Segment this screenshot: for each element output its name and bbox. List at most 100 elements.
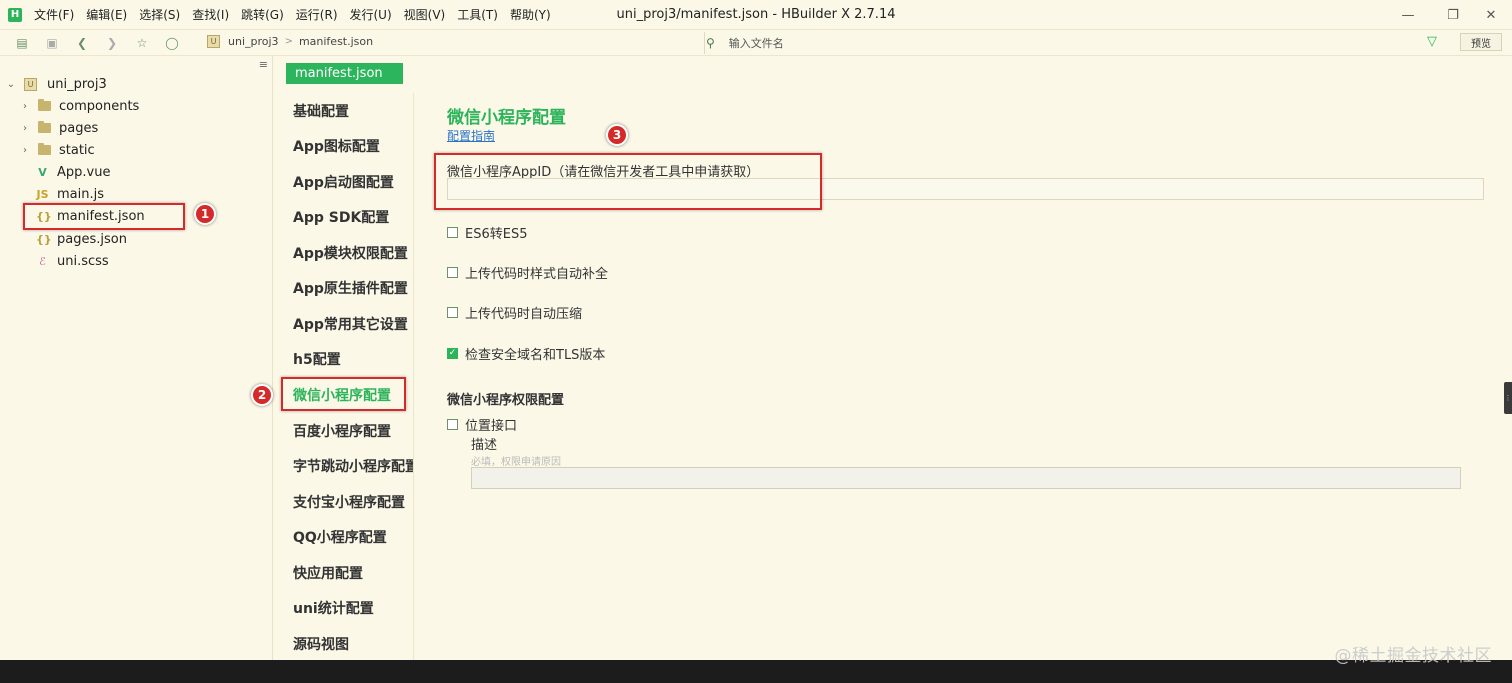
status-bar bbox=[0, 660, 1512, 683]
favorite-star-icon[interactable]: ☆ bbox=[134, 35, 150, 51]
menu-goto[interactable]: 跳转(G) bbox=[241, 6, 284, 23]
menu-tools[interactable]: 工具(T) bbox=[457, 6, 498, 23]
project-tree: ≡ ⌄ U uni_proj3 › components › pages › s… bbox=[0, 56, 273, 660]
breadcrumb-file[interactable]: manifest.json bbox=[299, 35, 373, 48]
annotation-badge-3: 3 bbox=[606, 124, 628, 146]
permissions-title: 微信小程序权限配置 bbox=[447, 393, 565, 408]
config-guide-link[interactable]: 配置指南 bbox=[447, 127, 495, 144]
checkbox-label: 位置接口 bbox=[465, 419, 518, 434]
nav-quickapp-config[interactable]: 快应用配置 bbox=[293, 562, 363, 584]
description-hint: 必填，权限申请原因 bbox=[471, 457, 561, 468]
tree-file-app-vue[interactable]: V App.vue bbox=[36, 161, 110, 183]
chevron-down-icon[interactable]: ⌄ bbox=[6, 79, 16, 90]
checkbox-unchecked-icon[interactable] bbox=[447, 419, 458, 430]
checkbox-postcss[interactable]: 上传代码时样式自动补全 bbox=[447, 263, 608, 282]
menu-help[interactable]: 帮助(Y) bbox=[510, 6, 551, 23]
chevron-right-icon[interactable]: › bbox=[20, 145, 30, 156]
nav-uni-stat-config[interactable]: uni统计配置 bbox=[293, 597, 374, 619]
checkbox-location[interactable]: 位置接口 bbox=[447, 415, 517, 434]
checkbox-label: ES6转ES5 bbox=[465, 227, 528, 242]
hbuilder-logo-icon: H bbox=[8, 7, 22, 22]
menu-run[interactable]: 运行(R) bbox=[296, 6, 338, 23]
minimize-icon[interactable]: — bbox=[1385, 0, 1431, 30]
checkbox-unchecked-icon[interactable] bbox=[447, 307, 458, 318]
breadcrumb: U uni_proj3 > manifest.json bbox=[207, 35, 373, 48]
tree-folder-label: static bbox=[59, 142, 95, 158]
breadcrumb-project[interactable]: uni_proj3 bbox=[228, 35, 279, 48]
checkbox-unchecked-icon[interactable] bbox=[447, 267, 458, 278]
checkbox-es6-to-es5[interactable]: ES6转ES5 bbox=[447, 223, 527, 242]
tree-file-label: uni.scss bbox=[57, 253, 109, 269]
nav-app-other-settings[interactable]: App常用其它设置 bbox=[293, 313, 408, 335]
watermark: @稀土掘金技术社区 bbox=[1334, 646, 1492, 666]
tree-menu-icon[interactable]: ≡ bbox=[259, 58, 268, 71]
nav-app-splash-config[interactable]: App启动图配置 bbox=[293, 171, 394, 193]
back-icon[interactable]: ❮ bbox=[74, 35, 90, 51]
section-title: 微信小程序配置 bbox=[447, 108, 566, 128]
close-icon[interactable]: ✕ bbox=[1468, 0, 1512, 30]
menu-publish[interactable]: 发行(U) bbox=[350, 6, 392, 23]
description-input[interactable] bbox=[471, 467, 1461, 489]
chevron-right-icon[interactable]: › bbox=[20, 123, 30, 134]
tree-file-uni-scss[interactable]: ℰ uni.scss bbox=[36, 250, 109, 272]
tree-folder-pages[interactable]: › pages bbox=[20, 117, 98, 139]
annotation-badge-1: 1 bbox=[194, 203, 216, 225]
tree-file-label: App.vue bbox=[57, 164, 111, 180]
vue-file-icon: V bbox=[38, 165, 47, 179]
tree-file-label: pages.json bbox=[57, 231, 127, 247]
checkbox-label: 上传代码时样式自动补全 bbox=[465, 267, 609, 282]
nav-qq-mp-config[interactable]: QQ小程序配置 bbox=[293, 526, 387, 548]
tree-folder-components[interactable]: › components bbox=[20, 95, 139, 117]
folder-icon bbox=[38, 143, 51, 155]
nav-baidu-mp-config[interactable]: 百度小程序配置 bbox=[293, 420, 391, 442]
run-icon[interactable]: ◯ bbox=[164, 35, 180, 51]
checkbox-unchecked-icon[interactable] bbox=[447, 227, 458, 238]
file-search-input[interactable] bbox=[728, 36, 1389, 50]
annotation-box-3 bbox=[434, 153, 822, 210]
menu-select[interactable]: 选择(S) bbox=[139, 6, 180, 23]
file-search-icon: ⚲ bbox=[706, 36, 715, 50]
tree-folder-static[interactable]: › static bbox=[20, 139, 95, 161]
nav-alipay-mp-config[interactable]: 支付宝小程序配置 bbox=[293, 491, 405, 513]
nav-app-native-plugin-config[interactable]: App原生插件配置 bbox=[293, 277, 408, 299]
forward-icon[interactable]: ❯ bbox=[104, 35, 120, 51]
tree-project-label: uni_proj3 bbox=[47, 76, 107, 92]
tree-file-pages-json[interactable]: {} pages.json bbox=[36, 228, 127, 250]
nav-source-view[interactable]: 源码视图 bbox=[293, 633, 349, 655]
tree-project[interactable]: ⌄ U uni_proj3 bbox=[6, 73, 107, 95]
nav-basic-config[interactable]: 基础配置 bbox=[293, 100, 349, 122]
panel-resize-handle[interactable]: ⋮ bbox=[1504, 382, 1512, 414]
json-file-icon: {} bbox=[36, 232, 52, 246]
tree-file-main-js[interactable]: JS main.js bbox=[36, 183, 104, 205]
filter-icon[interactable]: ▽ bbox=[1427, 34, 1437, 49]
menu-find[interactable]: 查找(I) bbox=[192, 6, 229, 23]
menu-view[interactable]: 视图(V) bbox=[404, 6, 446, 23]
editor-tab-manifest[interactable]: manifest.json bbox=[286, 63, 403, 84]
new-file-icon[interactable]: ▤ bbox=[14, 35, 30, 51]
menu-edit[interactable]: 编辑(E) bbox=[86, 6, 127, 23]
tree-file-label: main.js bbox=[57, 186, 104, 202]
scss-file-icon: ℰ bbox=[39, 254, 46, 268]
title-bar: H 文件(F) 编辑(E) 选择(S) 查找(I) 跳转(G) 运行(R) 发行… bbox=[0, 0, 1512, 30]
folder-icon bbox=[38, 99, 51, 111]
checkbox-url-check[interactable]: ✓ 检查安全域名和TLS版本 bbox=[447, 344, 605, 363]
js-file-icon: JS bbox=[36, 187, 49, 201]
checkbox-label: 检查安全域名和TLS版本 bbox=[465, 348, 606, 363]
checkbox-minify[interactable]: 上传代码时自动压缩 bbox=[447, 303, 582, 322]
nav-app-module-config[interactable]: App模块权限配置 bbox=[293, 242, 408, 264]
nav-toutiao-mp-config[interactable]: 字节跳动小程序配置 bbox=[293, 455, 413, 477]
toolbar: ▤ ▣ ❮ ❯ ☆ ◯ U uni_proj3 > manifest.json … bbox=[0, 30, 1512, 56]
nav-h5-config[interactable]: h5配置 bbox=[293, 348, 341, 370]
annotation-badge-2: 2 bbox=[251, 384, 273, 406]
project-icon: U bbox=[24, 77, 37, 91]
nav-app-sdk-config[interactable]: App SDK配置 bbox=[293, 206, 389, 228]
save-icon[interactable]: ▣ bbox=[44, 35, 60, 51]
file-search: ⚲ bbox=[706, 33, 1389, 53]
preview-button[interactable]: 预览 bbox=[1460, 33, 1502, 51]
chevron-right-icon[interactable]: › bbox=[20, 101, 30, 112]
breadcrumb-separator-icon: > bbox=[284, 36, 293, 47]
menu-file[interactable]: 文件(F) bbox=[34, 6, 74, 23]
tree-folder-label: pages bbox=[59, 120, 99, 136]
nav-app-icon-config[interactable]: App图标配置 bbox=[293, 135, 380, 157]
checkbox-checked-icon[interactable]: ✓ bbox=[447, 348, 458, 359]
